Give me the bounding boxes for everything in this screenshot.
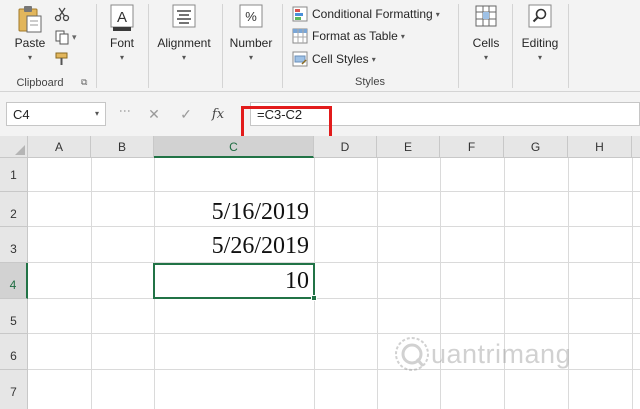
- row-header-3[interactable]: 3: [0, 227, 28, 263]
- resize-handle-icon[interactable]: ⋮: [118, 105, 132, 117]
- editing-label: Editing: [521, 36, 559, 50]
- conditional-formatting-button[interactable]: Conditional Formatting ▾: [292, 4, 440, 24]
- cells-label: Cells: [472, 36, 500, 50]
- search-icon: [528, 4, 552, 28]
- column-header-h[interactable]: H: [568, 136, 632, 158]
- font-color-icon: A: [110, 4, 134, 31]
- gridline: [377, 158, 378, 409]
- clipboard-group-label: Clipboard: [16, 77, 64, 89]
- chevron-down-icon[interactable]: ▾: [95, 109, 99, 118]
- chevron-down-icon[interactable]: ▾: [100, 53, 144, 62]
- column-header-partial: [632, 136, 640, 158]
- column-header-a[interactable]: A: [28, 136, 91, 158]
- active-cell-border: [153, 263, 315, 299]
- editing-button[interactable]: Editing ▾: [516, 4, 564, 62]
- row-header-1[interactable]: 1: [0, 158, 28, 192]
- formula-bar: C4 ▾ ⋮ ✕ ✓ fx =C3-C2: [0, 92, 640, 136]
- cells-icon: [475, 5, 497, 27]
- cell-styles-label: Cell Styles: [312, 52, 369, 66]
- alignment-label: Alignment: [157, 36, 211, 50]
- group-divider: [568, 4, 569, 88]
- cell-styles-button[interactable]: Cell Styles ▾: [292, 49, 376, 69]
- chevron-down-icon[interactable]: ▾: [10, 53, 50, 62]
- row-header-7[interactable]: 7: [0, 370, 28, 409]
- chevron-down-icon[interactable]: ▾: [466, 53, 506, 62]
- fill-handle[interactable]: [311, 295, 317, 301]
- cells-button[interactable]: Cells ▾: [466, 4, 506, 62]
- gridline: [28, 333, 640, 334]
- svg-text:%: %: [245, 9, 257, 24]
- chevron-down-icon: ▾: [400, 31, 405, 41]
- conditional-formatting-icon: [292, 6, 308, 22]
- align-icon: [172, 4, 196, 28]
- gridline: [28, 369, 640, 370]
- format-as-table-label: Format as Table: [312, 29, 398, 43]
- copy-icon[interactable]: [54, 29, 70, 45]
- paste-button[interactable]: Paste ▾: [10, 4, 50, 62]
- font-label: Font: [109, 36, 134, 50]
- svg-text:A: A: [117, 9, 127, 26]
- chevron-down-icon[interactable]: ▾: [516, 53, 564, 62]
- chevron-down-icon: ▾: [371, 54, 376, 64]
- row-header-5[interactable]: 5: [0, 299, 28, 334]
- row-header-4[interactable]: 4: [0, 263, 28, 299]
- gridline: [440, 158, 441, 409]
- row-header-6[interactable]: 6: [0, 334, 28, 370]
- group-divider: [148, 4, 149, 88]
- chevron-down-icon[interactable]: ▾: [152, 53, 216, 62]
- gridline: [28, 298, 640, 299]
- column-header-f[interactable]: F: [440, 136, 504, 158]
- group-divider: [282, 4, 283, 88]
- row-header-2[interactable]: 2: [0, 192, 28, 227]
- group-divider: [512, 4, 513, 88]
- styles-group-label: Styles: [355, 76, 385, 88]
- spreadsheet-grid: A B C D E F G H 1 2 3 4 5 6 7 5/16/2019 …: [0, 136, 640, 409]
- group-divider: [458, 4, 459, 88]
- font-button[interactable]: A Font ▾: [100, 4, 144, 62]
- group-divider: [96, 4, 97, 88]
- alignment-button[interactable]: Alignment ▾: [152, 4, 216, 62]
- check-icon[interactable]: ✓: [170, 106, 202, 123]
- gridline: [28, 262, 640, 263]
- percent-icon: %: [239, 4, 263, 28]
- paste-icon: [18, 6, 42, 33]
- gridline: [504, 158, 505, 409]
- formula-input[interactable]: =C3-C2: [250, 102, 640, 126]
- number-label: Number: [229, 36, 273, 50]
- formula-buttons: ✕ ✓ fx: [138, 102, 250, 126]
- format-painter-icon[interactable]: [54, 51, 70, 67]
- gridline: [28, 191, 640, 192]
- gridline: [91, 158, 92, 409]
- cell-styles-icon: [292, 51, 308, 67]
- clipboard-group: Paste ▾ ▾ Clipboard ⧉: [0, 0, 96, 92]
- name-box-value: C4: [13, 107, 30, 122]
- paste-label: Paste: [14, 36, 46, 50]
- chevron-down-icon: ▾: [435, 9, 440, 19]
- chevron-down-icon[interactable]: ▾: [72, 32, 77, 43]
- select-all-button[interactable]: [0, 136, 28, 158]
- column-header-g[interactable]: G: [504, 136, 568, 158]
- column-header-d[interactable]: D: [314, 136, 377, 158]
- column-header-e[interactable]: E: [377, 136, 440, 158]
- conditional-formatting-label: Conditional Formatting: [312, 7, 433, 21]
- name-box[interactable]: C4 ▾: [6, 102, 106, 126]
- group-divider: [222, 4, 223, 88]
- gridline: [568, 158, 569, 409]
- insert-function-button[interactable]: fx: [202, 107, 234, 122]
- format-as-table-icon: [292, 28, 308, 44]
- gridline: [632, 158, 633, 409]
- cell-c3[interactable]: 5/26/2019: [155, 230, 314, 262]
- gridline: [28, 226, 640, 227]
- cancel-icon[interactable]: ✕: [138, 106, 170, 123]
- cell-c2[interactable]: 5/16/2019: [155, 196, 314, 228]
- format-as-table-button[interactable]: Format as Table ▾: [292, 26, 405, 46]
- ribbon: Paste ▾ ▾ Clipboard ⧉ A Font ▾ Alignment…: [0, 0, 640, 92]
- column-header-b[interactable]: B: [91, 136, 154, 158]
- cut-icon[interactable]: [54, 6, 70, 22]
- column-header-c[interactable]: C: [154, 136, 314, 158]
- chevron-down-icon[interactable]: ▾: [226, 53, 276, 62]
- dialog-launcher-icon[interactable]: ⧉: [81, 77, 87, 88]
- number-button[interactable]: % Number ▾: [226, 4, 276, 62]
